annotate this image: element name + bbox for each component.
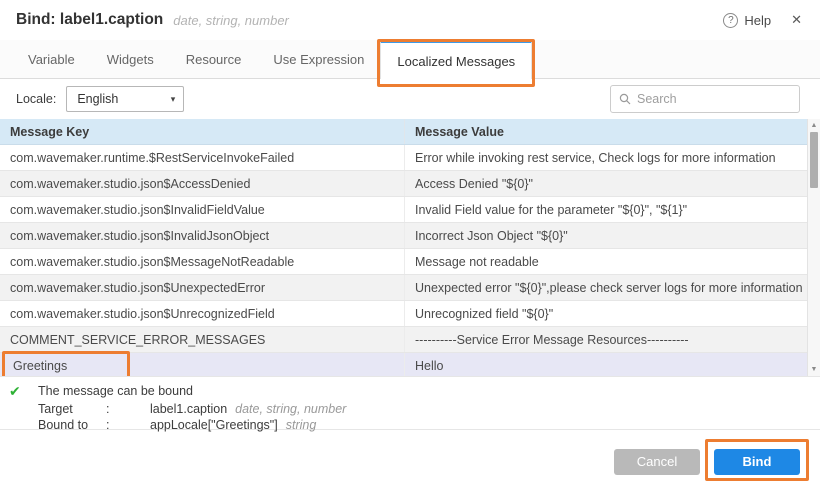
scroll-down-icon[interactable]: ▼ (811, 366, 818, 373)
message-value-cell[interactable]: Hello (405, 353, 820, 377)
cancel-button[interactable]: Cancel (614, 449, 700, 475)
status-message: The message can be bound (38, 384, 804, 398)
tab-use-expression[interactable]: Use Expression (257, 40, 380, 78)
target-row: label1.caption date, string, number (150, 401, 804, 417)
column-header-message-key: Message Key (0, 119, 405, 144)
locale-select[interactable]: English ▾ (66, 86, 184, 112)
vertical-scrollbar[interactable]: ▲ ▼ (807, 119, 820, 376)
status-panel: ✔ The message can be bound Target : labe… (0, 377, 820, 430)
message-value-cell[interactable]: Invalid Field value for the parameter "$… (405, 197, 820, 222)
table-row[interactable]: com.wavemaker.studio.json$InvalidFieldVa… (0, 197, 820, 223)
bound-to-colon: : (106, 417, 150, 433)
message-value-cell[interactable]: ----------Service Error Message Resource… (405, 327, 820, 352)
locale-selected-value: English (77, 92, 118, 106)
locale-label: Locale: (16, 92, 56, 106)
message-key-cell[interactable]: COMMENT_SERVICE_ERROR_MESSAGES (0, 327, 405, 352)
help-label: Help (744, 13, 771, 28)
help-button[interactable]: ? Help (723, 13, 771, 28)
table-row[interactable]: COMMENT_SERVICE_ERROR_MESSAGES----------… (0, 327, 820, 353)
scroll-up-icon[interactable]: ▲ (811, 122, 818, 129)
table-row[interactable]: com.wavemaker.studio.json$AccessDeniedAc… (0, 171, 820, 197)
check-icon: ✔ (9, 383, 21, 400)
message-value-cell[interactable]: Message not readable (405, 249, 820, 274)
tab-bar: VariableWidgetsResourceUse ExpressionLoc… (0, 40, 820, 79)
bind-dialog: Bind: label1.caption date, string, numbe… (0, 0, 820, 486)
message-key-cell[interactable]: com.wavemaker.studio.json$MessageNotRead… (0, 249, 405, 274)
message-key-cell[interactable]: com.wavemaker.studio.json$AccessDenied (0, 171, 405, 196)
title-bar-actions: ? Help ✕ (723, 10, 804, 30)
table-row[interactable]: com.wavemaker.runtime.$RestServiceInvoke… (0, 145, 820, 171)
target-value: label1.caption (150, 402, 227, 416)
table-row[interactable]: Greetings Hello (0, 353, 820, 377)
message-key-cell[interactable]: com.wavemaker.studio.json$InvalidFieldVa… (0, 197, 405, 222)
chevron-down-icon: ▾ (171, 94, 176, 105)
bound-to-value: appLocale["Greetings"] (150, 418, 278, 432)
search-icon (619, 93, 631, 105)
message-value-cell[interactable]: Access Denied "${0}" (405, 171, 820, 196)
message-key-cell[interactable]: Greetings (0, 353, 405, 377)
binding-details: Target : label1.caption date, string, num… (38, 401, 804, 433)
column-header-message-value: Message Value (405, 119, 820, 144)
message-value-cell[interactable]: Unrecognized field "${0}" (405, 301, 820, 326)
table-row[interactable]: com.wavemaker.studio.json$InvalidJsonObj… (0, 223, 820, 249)
message-key-cell[interactable]: com.wavemaker.studio.json$InvalidJsonObj… (0, 223, 405, 248)
tab-widgets[interactable]: Widgets (91, 40, 170, 78)
table-row[interactable]: com.wavemaker.studio.json$UnrecognizedFi… (0, 301, 820, 327)
highlight-box-key: Greetings (2, 351, 130, 378)
messages-table: Message Key Message Value com.wavemaker.… (0, 119, 820, 377)
table-row[interactable]: com.wavemaker.studio.json$UnexpectedErro… (0, 275, 820, 301)
footer-button-bar: Cancel Bind (0, 430, 820, 486)
target-colon: : (106, 401, 150, 417)
message-value-cell[interactable]: Incorrect Json Object "${0}" (405, 223, 820, 248)
tab-localized-messages[interactable]: Localized Messages (380, 40, 532, 79)
message-value-cell[interactable]: Error while invoking rest service, Check… (405, 145, 820, 170)
dialog-title: Bind: label1.caption (16, 11, 163, 29)
close-icon[interactable]: ✕ (789, 10, 804, 30)
message-value-cell[interactable]: Unexpected error "${0}",please check ser… (405, 275, 820, 300)
search-box[interactable] (610, 85, 800, 113)
table-row[interactable]: com.wavemaker.studio.json$MessageNotRead… (0, 249, 820, 275)
bound-type-hint: string (286, 418, 317, 432)
toolbar: Locale: English ▾ (0, 79, 820, 119)
table-body: com.wavemaker.runtime.$RestServiceInvoke… (0, 145, 820, 377)
tab-variable[interactable]: Variable (12, 40, 91, 78)
title-bar: Bind: label1.caption date, string, numbe… (0, 0, 820, 40)
scrollbar-thumb[interactable] (810, 132, 818, 188)
message-key-cell[interactable]: com.wavemaker.studio.json$UnrecognizedFi… (0, 301, 405, 326)
dialog-subtitle: date, string, number (173, 13, 289, 28)
target-label: Target (38, 401, 106, 417)
bound-to-row: appLocale["Greetings"] string (150, 417, 804, 433)
target-type-hint: date, string, number (235, 402, 346, 416)
message-key-cell[interactable]: com.wavemaker.studio.json$UnexpectedErro… (0, 275, 405, 300)
bound-to-label: Bound to (38, 417, 106, 433)
bind-button-wrap: Bind (714, 449, 800, 475)
search-input[interactable] (637, 92, 798, 106)
tab-resource[interactable]: Resource (170, 40, 258, 78)
message-key-cell[interactable]: com.wavemaker.runtime.$RestServiceInvoke… (0, 145, 405, 170)
help-icon: ? (723, 13, 738, 28)
table-header-row: Message Key Message Value (0, 119, 820, 145)
bind-button[interactable]: Bind (714, 449, 800, 475)
